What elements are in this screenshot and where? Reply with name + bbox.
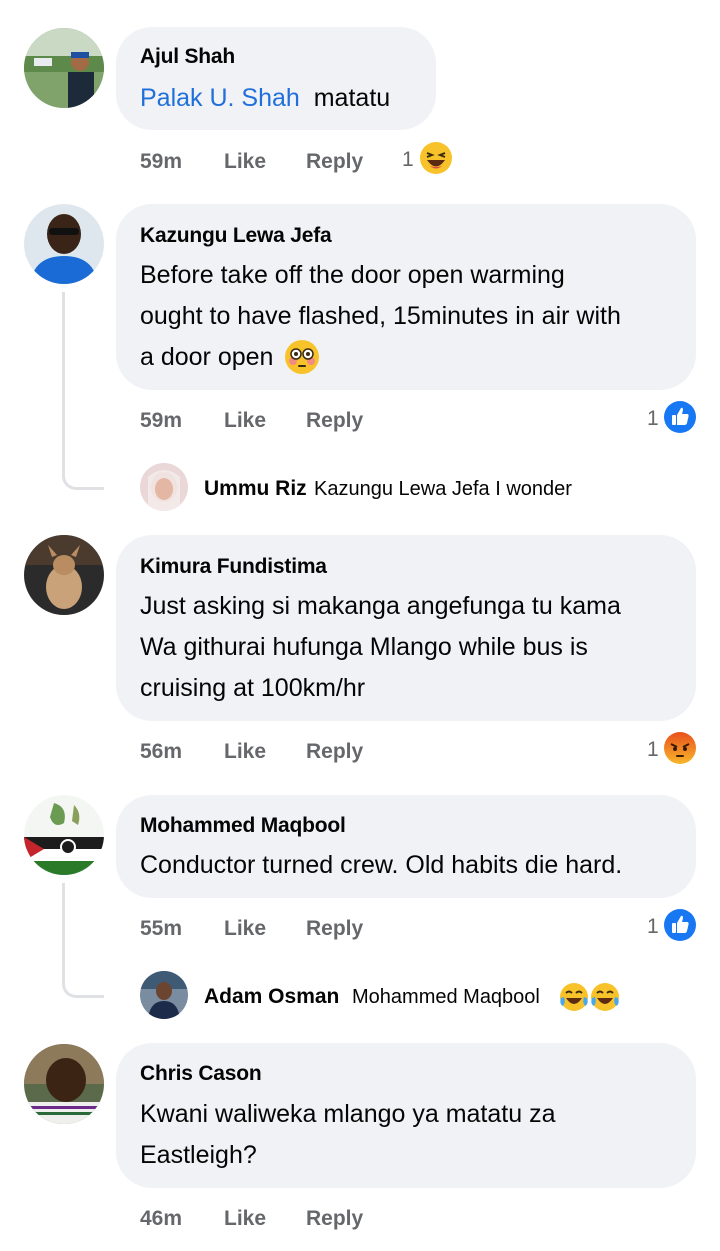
comment-author[interactable]: Chris Cason — [140, 1062, 262, 1086]
comment-text-line: Eastleigh? — [140, 1141, 257, 1169]
reaction-count[interactable]: 1 — [402, 148, 414, 172]
comment-author[interactable]: Kazungu Lewa Jefa — [140, 224, 332, 248]
like-thumb-icon[interactable] — [664, 401, 696, 433]
angry-emoji-icon[interactable] — [664, 732, 696, 764]
comment-time[interactable]: 55m — [140, 917, 182, 941]
reply-author[interactable]: Ummu Riz — [204, 477, 307, 501]
avatar[interactable] — [140, 463, 188, 511]
avatar[interactable] — [140, 971, 188, 1019]
comment-text-body: matatu — [313, 84, 391, 112]
reaction-count[interactable]: 1 — [647, 915, 659, 939]
comment-text-line: Conductor turned crew. Old habits die ha… — [140, 851, 623, 879]
comment-text: Palak U. Shah matatu — [140, 78, 390, 119]
comment-text-line: Just asking si makanga angefunga tu kama — [140, 592, 621, 620]
reply-button[interactable]: Reply — [306, 740, 363, 764]
like-button[interactable]: Like — [224, 409, 266, 433]
comment-time[interactable]: 46m — [140, 1207, 182, 1231]
comment-time[interactable]: 59m — [140, 150, 182, 174]
reaction-count[interactable]: 1 — [647, 738, 659, 762]
reply-button[interactable]: Reply — [306, 917, 363, 941]
like-button[interactable]: Like — [224, 740, 266, 764]
reply-button[interactable]: Reply — [306, 150, 363, 174]
reply-text: Mohammed Maqbool — [352, 986, 540, 1008]
comment-author[interactable]: Kimura Fundistima — [140, 555, 327, 579]
thread-connector — [62, 883, 104, 998]
comment-text-body: a door open — [140, 343, 274, 371]
thread-connector — [62, 292, 104, 490]
comment-author[interactable]: Ajul Shah — [140, 45, 235, 69]
avatar[interactable] — [24, 535, 104, 615]
haha-emoji-icon[interactable] — [419, 141, 452, 174]
comment-time[interactable]: 56m — [140, 740, 182, 764]
reply-author[interactable]: Adam Osman — [204, 985, 339, 1009]
reply-button[interactable]: Reply — [306, 409, 363, 433]
comment-time[interactable]: 59m — [140, 409, 182, 433]
like-thumb-icon[interactable] — [664, 909, 696, 941]
laughing-crying-emoji-icon — [559, 982, 589, 1012]
comment-author[interactable]: Mohammed Maqbool — [140, 814, 346, 838]
avatar[interactable] — [24, 1044, 104, 1124]
mention-link[interactable]: Palak U. Shah — [140, 84, 300, 112]
reply-button[interactable]: Reply — [306, 1207, 363, 1231]
comment-text-line: Wa githurai hufunga Mlango while bus is — [140, 633, 588, 661]
like-button[interactable]: Like — [224, 917, 266, 941]
avatar[interactable] — [24, 28, 104, 108]
comment-text-line: Kwani waliweka mlango ya matatu za — [140, 1100, 556, 1128]
avatar[interactable] — [24, 795, 104, 875]
comment-text-line: cruising at 100km/hr — [140, 674, 366, 702]
comment-text-line: Before take off the door open warming — [140, 261, 565, 289]
comment-text-line: ought to have flashed, 15minutes in air … — [140, 302, 621, 330]
avatar[interactable] — [24, 204, 104, 284]
reaction-count[interactable]: 1 — [647, 407, 659, 431]
reply-text: Kazungu Lewa Jefa I wonder — [314, 478, 572, 500]
laughing-crying-emoji-icon — [590, 982, 620, 1012]
comment-text-line: a door open — [140, 337, 273, 378]
like-button[interactable]: Like — [224, 1207, 266, 1231]
like-button[interactable]: Like — [224, 150, 266, 174]
flushed-face-emoji-icon — [284, 339, 320, 375]
